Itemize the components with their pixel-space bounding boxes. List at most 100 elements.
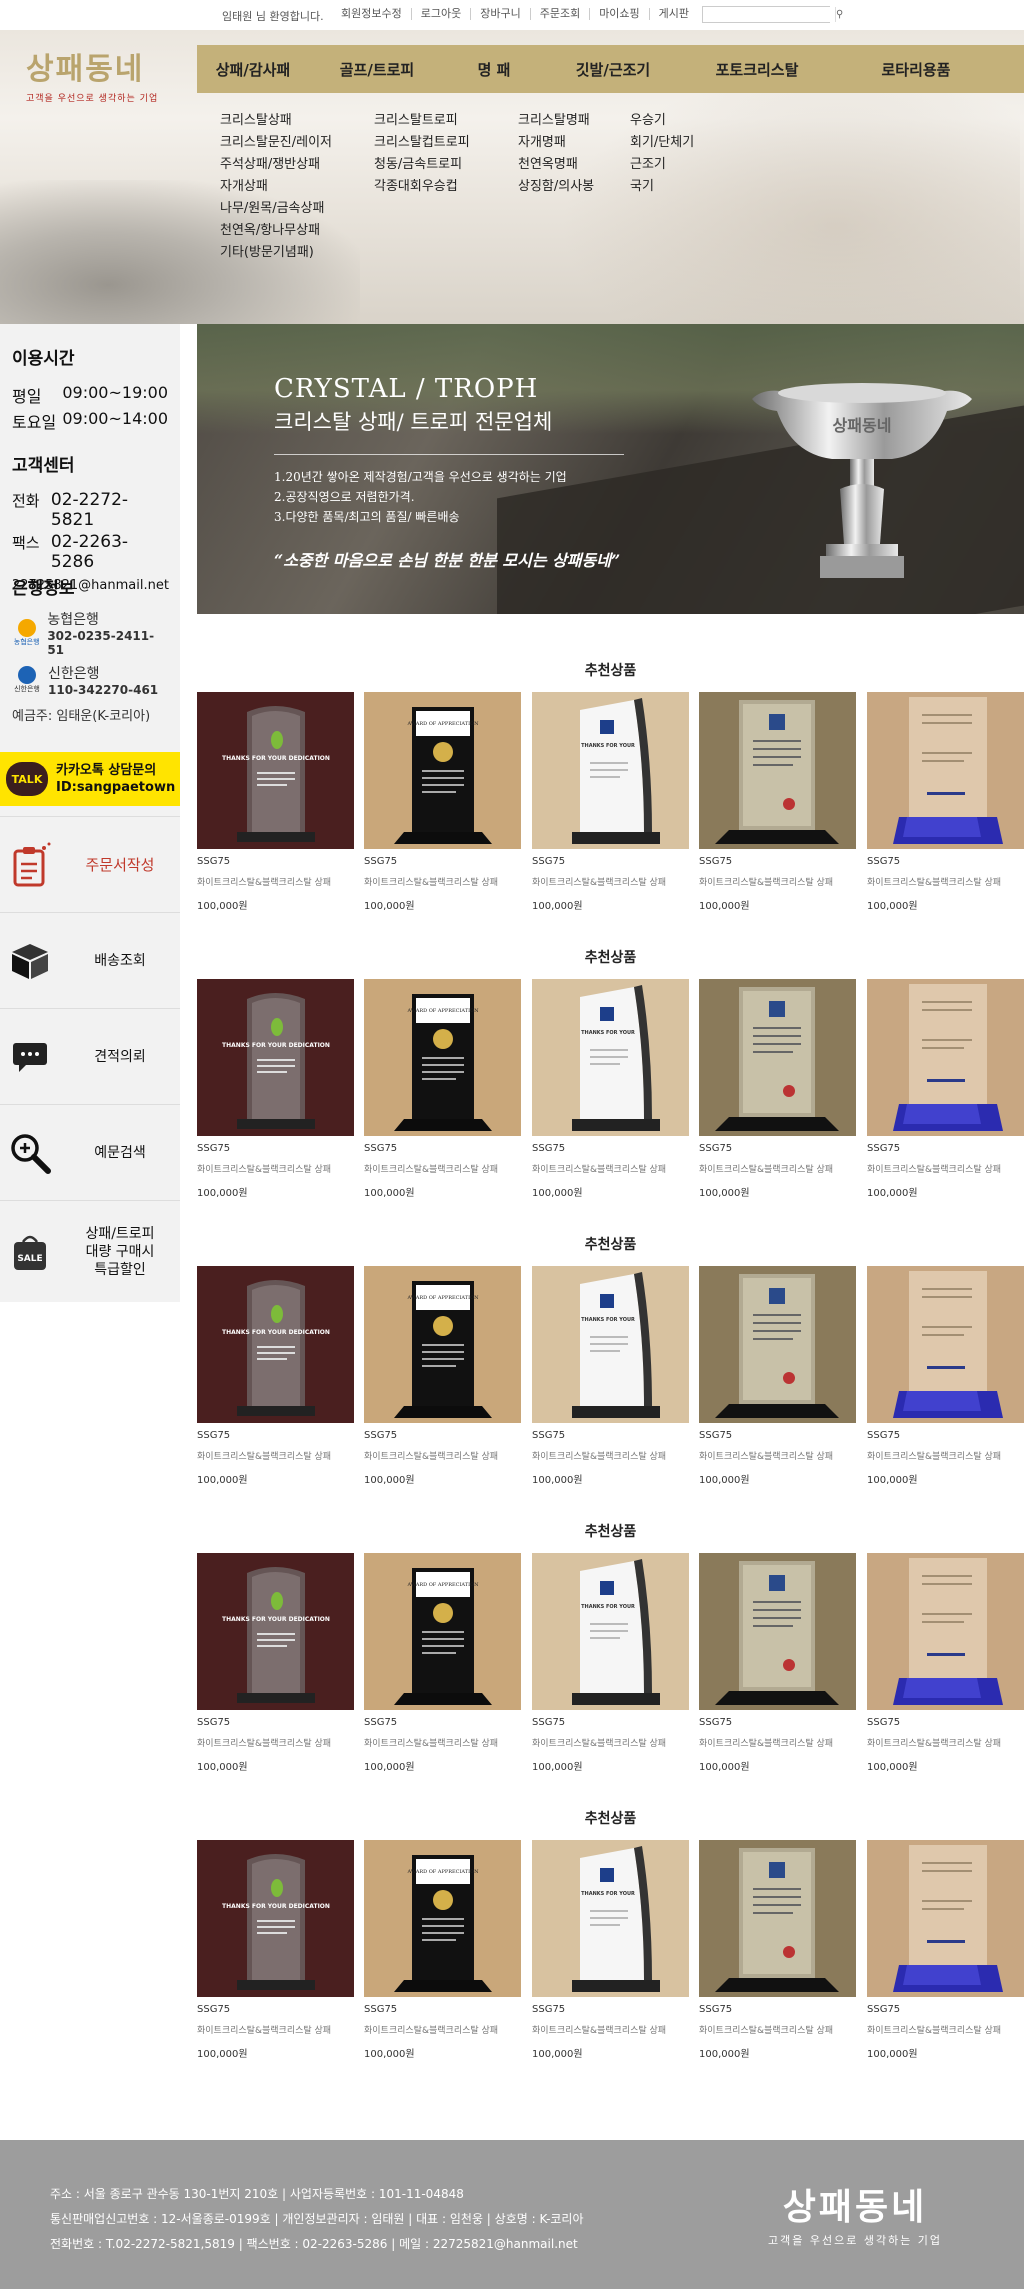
product-name[interactable]: 화이트크리스탈&블랙크리스탈 상패 bbox=[699, 1449, 856, 1462]
product-image[interactable] bbox=[699, 1553, 856, 1710]
product-image[interactable] bbox=[867, 1840, 1024, 1997]
link-board[interactable]: 게시판 bbox=[648, 8, 698, 20]
product-card[interactable]: AWARD OF APPRECIATION SSG75 화이트크리스탈&블랙크리스탈… bbox=[364, 692, 521, 912]
product-card[interactable]: THANKS FOR YOUR DEDICATION SSG75 화이트크리스탈&블… bbox=[197, 1266, 354, 1486]
submenu-item[interactable]: 각종대회우승컵 bbox=[374, 176, 470, 198]
product-name[interactable]: 화이트크리스탈&블랙크리스탈 상패 bbox=[532, 1162, 689, 1175]
product-card[interactable]: SSG75 화이트크리스탈&블랙크리스탈 상패 100,000원 bbox=[699, 1553, 856, 1773]
product-name[interactable]: 화이트크리스탈&블랙크리스탈 상패 bbox=[364, 875, 521, 888]
product-name[interactable]: 화이트크리스탈&블랙크리스탈 상패 bbox=[364, 1449, 521, 1462]
product-name[interactable]: 화이트크리스탈&블랙크리스탈 상패 bbox=[197, 2023, 354, 2036]
product-card[interactable]: THANKS FOR YOUR DEDICATION SSG75 화이트크리스탈&블… bbox=[197, 1840, 354, 2060]
product-image[interactable]: THANKS FOR YOUR bbox=[532, 1266, 689, 1423]
product-card[interactable]: THANKS FOR YOUR SSG75 화이트크리스탈&블랙크리스탈 상패 100… bbox=[532, 979, 689, 1199]
product-image[interactable]: THANKS FOR YOUR bbox=[532, 979, 689, 1136]
submenu-item[interactable]: 나무/원목/금속상패 bbox=[220, 198, 332, 220]
submenu-item[interactable]: 자개상패 bbox=[220, 176, 332, 198]
quick-order-form[interactable]: 주문서작성 bbox=[0, 816, 180, 912]
quick-estimate[interactable]: 견적의뢰 bbox=[0, 1008, 180, 1104]
submenu-item[interactable]: 국기 bbox=[630, 176, 694, 198]
product-name[interactable]: 화이트크리스탈&블랙크리스탈 상패 bbox=[532, 2023, 689, 2036]
link-my-shopping[interactable]: 마이쇼핑 bbox=[589, 8, 648, 20]
link-order-lookup[interactable]: 주문조회 bbox=[529, 8, 589, 20]
product-image[interactable]: THANKS FOR YOUR DEDICATION bbox=[197, 1840, 354, 1997]
product-name[interactable]: 화이트크리스탈&블랙크리스탈 상패 bbox=[364, 1162, 521, 1175]
search-icon[interactable]: ⚲ bbox=[835, 7, 843, 22]
product-name[interactable]: 화이트크리스탈&블랙크리스탈 상패 bbox=[867, 1736, 1024, 1749]
product-card[interactable]: THANKS FOR YOUR SSG75 화이트크리스탈&블랙크리스탈 상패 100… bbox=[532, 1553, 689, 1773]
nav-flags[interactable]: 깃발/근조기 bbox=[543, 59, 683, 80]
product-card[interactable]: SSG75 화이트크리스탈&블랙크리스탈 상패 100,000원 bbox=[699, 1840, 856, 2060]
link-logout[interactable]: 로그아웃 bbox=[410, 8, 470, 20]
submenu-item[interactable]: 크리스탈상패 bbox=[220, 110, 332, 132]
product-name[interactable]: 화이트크리스탈&블랙크리스탈 상패 bbox=[364, 2023, 521, 2036]
search-input[interactable] bbox=[703, 7, 835, 22]
product-card[interactable]: AWARD OF APPRECIATION SSG75 화이트크리스탈&블랙크리스탈… bbox=[364, 1553, 521, 1773]
product-name[interactable]: 화이트크리스탈&블랙크리스탈 상패 bbox=[867, 2023, 1024, 2036]
submenu-item[interactable]: 청동/금속트로피 bbox=[374, 154, 470, 176]
product-card[interactable]: THANKS FOR YOUR DEDICATION SSG75 화이트크리스탈&블… bbox=[197, 1553, 354, 1773]
product-image[interactable]: THANKS FOR YOUR DEDICATION bbox=[197, 979, 354, 1136]
product-image[interactable]: THANKS FOR YOUR bbox=[532, 1553, 689, 1710]
product-card[interactable]: SSG75 화이트크리스탈&블랙크리스탈 상패 100,000원 bbox=[867, 692, 1024, 912]
submenu-item[interactable]: 크리스탈트로피 bbox=[374, 110, 470, 132]
product-image[interactable]: AWARD OF APPRECIATION bbox=[364, 1840, 521, 1997]
product-name[interactable]: 화이트크리스탈&블랙크리스탈 상패 bbox=[867, 875, 1024, 888]
product-image[interactable]: THANKS FOR YOUR bbox=[532, 692, 689, 849]
product-name[interactable]: 화이트크리스탈&블랙크리스탈 상패 bbox=[197, 875, 354, 888]
submenu-item[interactable]: 회기/단체기 bbox=[630, 132, 694, 154]
product-image[interactable]: AWARD OF APPRECIATION bbox=[364, 692, 521, 849]
product-image[interactable] bbox=[699, 979, 856, 1136]
link-edit-profile[interactable]: 회원정보수정 bbox=[332, 8, 411, 20]
product-name[interactable]: 화이트크리스탈&블랙크리스탈 상패 bbox=[699, 1162, 856, 1175]
submenu-item[interactable]: 크리스탈명패 bbox=[518, 110, 594, 132]
nav-rotary[interactable]: 로타리용품 bbox=[831, 59, 1001, 80]
nav-photo-crystal[interactable]: 포토크리스탈 bbox=[683, 59, 831, 80]
submenu-item[interactable]: 천연옥명패 bbox=[518, 154, 594, 176]
site-logo[interactable]: 상패동네 고객을 우선으로 생각하는 기업 bbox=[26, 44, 186, 104]
product-name[interactable]: 화이트크리스탈&블랙크리스탈 상패 bbox=[867, 1162, 1024, 1175]
product-name[interactable]: 화이트크리스탈&블랙크리스탈 상패 bbox=[532, 1449, 689, 1462]
product-name[interactable]: 화이트크리스탈&블랙크리스탈 상패 bbox=[699, 875, 856, 888]
submenu-item[interactable]: 자개명패 bbox=[518, 132, 594, 154]
main-banner[interactable]: CRYSTAL / TROPH 크리스탈 상패/ 트로피 전문업체 1.20년간… bbox=[197, 324, 1024, 614]
product-card[interactable]: SSG75 화이트크리스탈&블랙크리스탈 상패 100,000원 bbox=[867, 979, 1024, 1199]
nav-nameplate[interactable]: 명 패 bbox=[445, 59, 543, 80]
quick-bulk-sale[interactable]: SALE 상패/트로피 대량 구매시 특급할인 bbox=[0, 1200, 180, 1302]
product-image[interactable] bbox=[699, 692, 856, 849]
product-image[interactable] bbox=[867, 1553, 1024, 1710]
product-card[interactable]: THANKS FOR YOUR SSG75 화이트크리스탈&블랙크리스탈 상패 100… bbox=[532, 1840, 689, 2060]
product-card[interactable]: THANKS FOR YOUR SSG75 화이트크리스탈&블랙크리스탈 상패 100… bbox=[532, 1266, 689, 1486]
product-card[interactable]: AWARD OF APPRECIATION SSG75 화이트크리스탈&블랙크리스탈… bbox=[364, 979, 521, 1199]
product-card[interactable]: AWARD OF APPRECIATION SSG75 화이트크리스탈&블랙크리스탈… bbox=[364, 1840, 521, 2060]
product-image[interactable] bbox=[867, 692, 1024, 849]
product-card[interactable]: THANKS FOR YOUR DEDICATION SSG75 화이트크리스탈&블… bbox=[197, 692, 354, 912]
product-card[interactable]: SSG75 화이트크리스탈&블랙크리스탈 상패 100,000원 bbox=[867, 1553, 1024, 1773]
product-card[interactable]: SSG75 화이트크리스탈&블랙크리스탈 상패 100,000원 bbox=[867, 1266, 1024, 1486]
product-image[interactable]: THANKS FOR YOUR DEDICATION bbox=[197, 1553, 354, 1710]
product-image[interactable]: THANKS FOR YOUR bbox=[532, 1840, 689, 1997]
product-name[interactable]: 화이트크리스탈&블랙크리스탈 상패 bbox=[364, 1736, 521, 1749]
submenu-item[interactable]: 주석상패/쟁반상패 bbox=[220, 154, 332, 176]
submenu-item[interactable]: 크리스탈문진/레이저 bbox=[220, 132, 332, 154]
nav-plaques[interactable]: 상패/감사패 bbox=[197, 59, 309, 80]
product-image[interactable] bbox=[867, 979, 1024, 1136]
submenu-item[interactable]: 상징함/의사봉 bbox=[518, 176, 594, 198]
submenu-item[interactable]: 천연옥/항나무상패 bbox=[220, 220, 332, 242]
product-image[interactable]: AWARD OF APPRECIATION bbox=[364, 1553, 521, 1710]
product-name[interactable]: 화이트크리스탈&블랙크리스탈 상패 bbox=[532, 1736, 689, 1749]
product-image[interactable]: AWARD OF APPRECIATION bbox=[364, 979, 521, 1136]
product-card[interactable]: AWARD OF APPRECIATION SSG75 화이트크리스탈&블랙크리스탈… bbox=[364, 1266, 521, 1486]
product-card[interactable]: THANKS FOR YOUR SSG75 화이트크리스탈&블랙크리스탈 상패 100… bbox=[532, 692, 689, 912]
product-name[interactable]: 화이트크리스탈&블랙크리스탈 상패 bbox=[867, 1449, 1024, 1462]
footer-logo[interactable]: 상패동네 고객을 우선으로 생각하는 기업 bbox=[768, 2178, 942, 2248]
link-cart[interactable]: 장바구니 bbox=[470, 8, 529, 20]
product-image[interactable]: AWARD OF APPRECIATION bbox=[364, 1266, 521, 1423]
product-name[interactable]: 화이트크리스탈&블랙크리스탈 상패 bbox=[197, 1736, 354, 1749]
product-card[interactable]: SSG75 화이트크리스탈&블랙크리스탈 상패 100,000원 bbox=[867, 1840, 1024, 2060]
submenu-item[interactable]: 우승기 bbox=[630, 110, 694, 132]
quick-delivery[interactable]: 배송조회 bbox=[0, 912, 180, 1008]
product-card[interactable]: THANKS FOR YOUR DEDICATION SSG75 화이트크리스탈&블… bbox=[197, 979, 354, 1199]
product-image[interactable] bbox=[699, 1266, 856, 1423]
submenu-item[interactable]: 근조기 bbox=[630, 154, 694, 176]
